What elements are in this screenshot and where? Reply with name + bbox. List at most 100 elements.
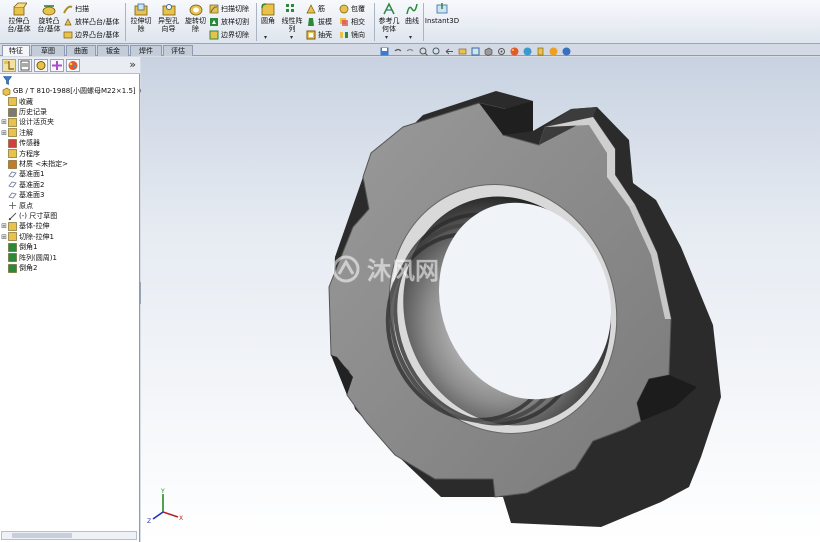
tree-item[interactable]: ⊞ 基体-拉伸 [0, 221, 50, 231]
tree-item[interactable]: ⊞ 注解 [0, 128, 33, 138]
tree-item[interactable]: 阵列(圆周)1 [0, 253, 57, 263]
boundary-boss-button[interactable]: 边界凸台/基体 [63, 29, 119, 41]
tree-item[interactable]: 基准面1 [0, 169, 44, 179]
view-settings-icon[interactable] [536, 47, 545, 56]
tree-item[interactable]: 传感器 [0, 138, 40, 148]
boundary-cut-button[interactable]: 边界切除 [209, 29, 249, 41]
hole-wizard-button[interactable]: 异型孔 向导 [155, 2, 182, 42]
tree-item[interactable]: ⊞ 设计活页夹 [0, 117, 54, 127]
expand-icon[interactable]: ⊞ [0, 118, 8, 126]
sweep-cut-icon [209, 4, 219, 14]
intersect-icon [340, 18, 348, 26]
tab-sketch[interactable]: 草图 [31, 45, 65, 56]
expand-icon[interactable]: ⊞ [0, 129, 8, 137]
configuration-manager-tab[interactable] [34, 59, 48, 72]
tab-surfaces[interactable]: 曲面 [66, 45, 96, 56]
tree-item[interactable]: 方程序 [0, 149, 40, 159]
tab-evaluate[interactable]: 评估 [163, 45, 193, 56]
origin-icon [9, 202, 16, 210]
revolve-boss-button[interactable]: 旋转凸 台/基体 [35, 2, 63, 42]
tree-item[interactable]: (-) 尺寸草图 [0, 211, 57, 221]
shadows-icon[interactable] [562, 47, 571, 56]
display-manager-tab[interactable] [66, 59, 80, 72]
mirror-button[interactable]: 镜向 [339, 29, 365, 41]
redo-icon[interactable] [406, 47, 415, 56]
filter-icon[interactable] [3, 76, 12, 85]
sweep-button[interactable]: 扫描 [63, 3, 89, 15]
view-orientation-icon[interactable] [471, 47, 480, 56]
round-nut-model[interactable] [328, 91, 721, 527]
pattern-dropdown-icon[interactable]: ▾ [290, 34, 293, 41]
fillet-label: 圆角 [261, 17, 275, 25]
tree-item-label: 材质 <未指定> [19, 160, 68, 169]
revolve-cut-button[interactable]: 旋转切 除 [183, 2, 208, 42]
zoom-area-icon[interactable] [432, 47, 441, 56]
scrollbar-thumb[interactable] [12, 533, 72, 538]
fillet-dropdown-icon[interactable]: ▾ [264, 34, 267, 41]
tab-sheet-metal[interactable]: 钣金 [97, 45, 129, 56]
intersect-label: 相交 [351, 18, 365, 26]
edit-appearance-icon[interactable] [510, 47, 519, 56]
realview-icon[interactable] [549, 47, 558, 56]
shell-label: 抽壳 [318, 31, 332, 39]
heads-up-toolbar [380, 46, 571, 56]
reference-geometry-icon [383, 2, 395, 15]
plane-icon [8, 192, 17, 199]
ribbon-separator [423, 3, 424, 41]
hide-show-items-icon[interactable] [497, 47, 506, 56]
rib-button[interactable]: 筋 [306, 3, 325, 15]
reference-dropdown-icon[interactable]: ▾ [385, 34, 388, 41]
instant3d-button[interactable]: Instant3D [425, 2, 459, 42]
tree-item[interactable]: 原点 [0, 201, 33, 211]
property-manager-tab[interactable] [18, 59, 32, 72]
tree-item[interactable]: ⊞ 切除-拉伸1 [0, 232, 54, 242]
section-view-icon[interactable] [458, 47, 467, 56]
part-root-node[interactable]: GB / T 810-1988[小圆螺母M22×1.5]（ [2, 86, 143, 96]
history-icon [8, 107, 17, 117]
loft-cut-icon [210, 18, 218, 26]
tree-horizontal-scrollbar[interactable] [1, 531, 137, 540]
zoom-to-fit-icon[interactable] [419, 47, 428, 56]
reference-geometry-button[interactable]: 参考几 何体 [376, 2, 402, 42]
tree-item[interactable]: 倒角1 [0, 242, 37, 252]
expand-icon[interactable]: ⊞ [0, 222, 8, 230]
extrude-cut-button[interactable]: 拉伸切 除 [128, 2, 154, 42]
previous-view-icon[interactable] [445, 47, 454, 56]
tab-features[interactable]: 特征 [2, 45, 30, 56]
tree-item[interactable]: 历史记录 [0, 107, 47, 117]
loft-boss-button[interactable]: 放样凸台/基体 [63, 16, 119, 28]
expand-icon[interactable]: ⊞ [0, 233, 8, 241]
part-icon [2, 87, 11, 96]
tree-item[interactable]: 基准面2 [0, 180, 44, 190]
fillet-button[interactable]: 圆角 [258, 2, 278, 42]
command-manager-ribbon: 拉伸凸 台/基体 旋转凸 台/基体 扫描 放样凸台/基体 边界凸台/基体 拉伸切… [0, 0, 820, 44]
wrap-button[interactable]: 包覆 [339, 3, 365, 15]
tree-item[interactable]: 收藏 [0, 97, 33, 107]
intersect-button[interactable]: 相交 [339, 16, 365, 28]
tree-item[interactable]: 基准面3 [0, 190, 44, 200]
feature-tree-tab[interactable] [2, 59, 16, 72]
boundary-cut-label: 边界切除 [221, 31, 249, 39]
save-icon[interactable] [380, 47, 389, 56]
tree-item-label: 历史记录 [19, 108, 47, 117]
graphics-viewport[interactable]: Y X Z 沐风网 [141, 57, 820, 542]
tab-weldments[interactable]: 焊件 [130, 45, 162, 56]
tree-item[interactable]: 材质 <未指定> [0, 159, 68, 169]
shell-button[interactable]: 抽壳 [306, 29, 332, 41]
display-style-icon[interactable] [484, 47, 493, 56]
axis-y-label: Y [160, 488, 165, 495]
axis-x-label: X [179, 515, 183, 522]
sweep-cut-button[interactable]: 扫描切除 [209, 3, 249, 15]
rib-label: 筋 [318, 5, 325, 13]
apply-scene-icon[interactable] [523, 47, 532, 56]
sensor-icon [8, 138, 17, 148]
draft-button[interactable]: 拔模 [306, 16, 332, 28]
extrude-boss-button[interactable]: 拉伸凸 台/基体 [4, 2, 34, 42]
curves-dropdown-icon[interactable]: ▾ [409, 34, 412, 41]
tree-item-label: 倒角2 [19, 264, 38, 273]
loft-cut-button[interactable]: 放样切割 [209, 16, 249, 28]
dimxpert-tab[interactable] [50, 59, 64, 72]
panel-expand-icon[interactable]: » [129, 58, 136, 71]
tree-item[interactable]: 倒角2 [0, 263, 37, 273]
undo-icon[interactable] [393, 47, 402, 56]
